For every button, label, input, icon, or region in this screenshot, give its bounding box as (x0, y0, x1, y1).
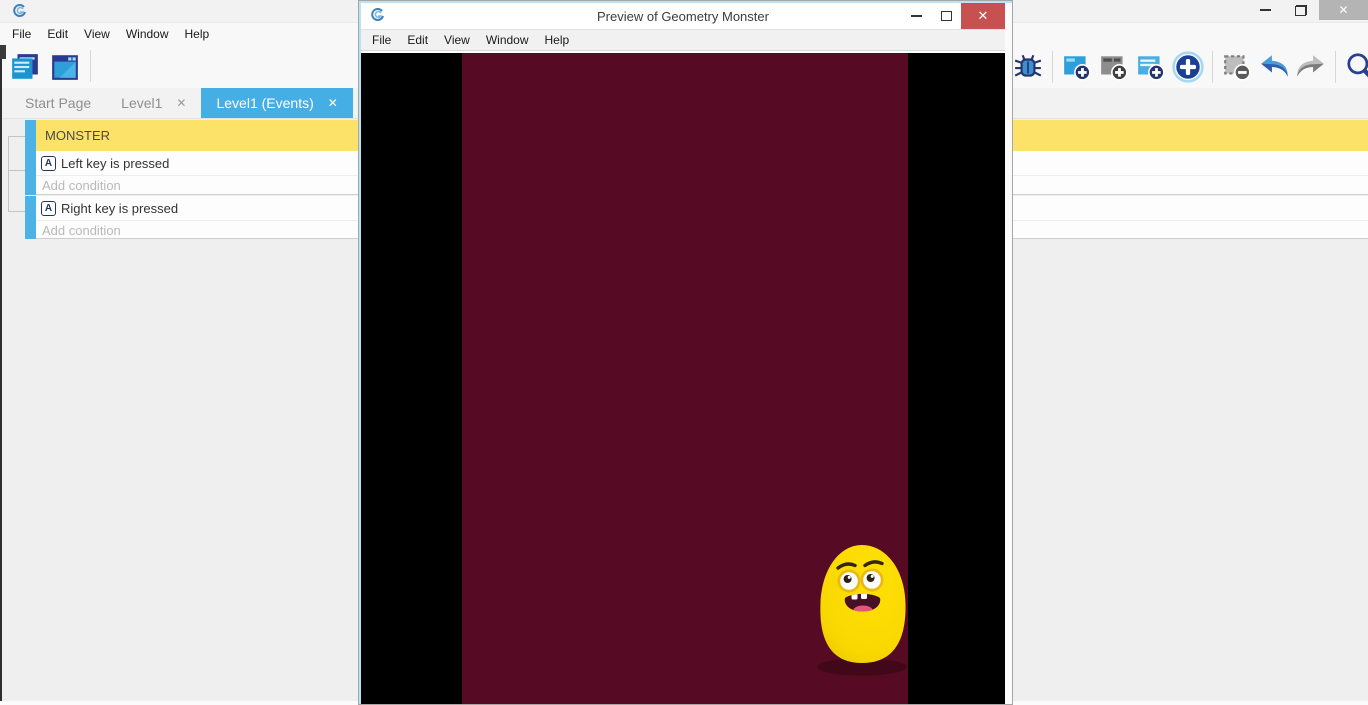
close-icon: ✕ (978, 8, 989, 24)
event-group-drag-bar[interactable] (25, 120, 36, 151)
preview-window: Preview of Geometry Monster ✕ File Edit … (358, 0, 1013, 705)
delete-selection-icon[interactable] (1221, 51, 1253, 83)
preview-titlebar: Preview of Geometry Monster ✕ (361, 3, 1005, 29)
main-minimize-button[interactable] (1247, 0, 1283, 20)
menu-window[interactable]: Window (118, 24, 177, 44)
event-tree-line (8, 211, 25, 212)
toolbar-separator (1052, 51, 1053, 83)
panel-left-edge-notch (0, 45, 6, 59)
tab-level1[interactable]: Level1 ✕ (106, 88, 201, 118)
preview-menubar: File Edit View Window Help (361, 29, 1005, 51)
redo-icon[interactable] (1295, 51, 1327, 83)
debugger-icon[interactable] (1012, 51, 1044, 83)
add-other-event-icon[interactable] (1172, 51, 1204, 83)
add-event-icon[interactable] (1061, 51, 1093, 83)
menu-edit[interactable]: Edit (39, 24, 76, 44)
toolbar-separator (1212, 51, 1213, 83)
tab-start-page[interactable]: Start Page (10, 88, 106, 118)
undo-icon[interactable] (1258, 51, 1290, 83)
keyboard-key-icon: A (41, 156, 56, 171)
search-icon[interactable] (1344, 51, 1368, 83)
menu-help[interactable]: Help (537, 30, 578, 50)
events-sheet-icon[interactable] (10, 52, 40, 82)
toolbar-separator (1335, 51, 1336, 83)
event-tree-line (8, 136, 9, 211)
menu-help[interactable]: Help (177, 24, 218, 44)
panel-left-edge (0, 45, 2, 705)
monster-sprite (815, 541, 911, 676)
gdevelop-logo-icon (12, 3, 27, 23)
menu-view[interactable]: View (436, 30, 478, 50)
restore-icon (1295, 5, 1307, 16)
event-group-label: MONSTER (45, 128, 110, 143)
close-icon: ✕ (1338, 3, 1348, 17)
event-drag-bar[interactable] (25, 196, 36, 239)
add-condition-label: Add condition (42, 223, 121, 238)
event-tree-line (8, 136, 25, 137)
tab-level1-events[interactable]: Level1 (Events) ✕ (201, 88, 352, 118)
tab-close-icon[interactable]: ✕ (328, 96, 338, 110)
menu-window[interactable]: Window (478, 30, 537, 50)
event-tree-line (8, 170, 25, 171)
condition-text: Right key is pressed (61, 201, 178, 216)
add-subevent-icon[interactable] (1098, 51, 1130, 83)
event-drag-bar[interactable] (25, 151, 36, 195)
add-condition-label: Add condition (42, 178, 121, 193)
keyboard-key-icon: A (41, 201, 56, 216)
main-close-button[interactable]: ✕ (1319, 0, 1368, 20)
tab-label: Start Page (25, 95, 91, 111)
tab-label: Level1 (121, 95, 162, 111)
menu-file[interactable]: File (4, 24, 39, 44)
preview-minimize-button[interactable] (901, 3, 931, 29)
menu-view[interactable]: View (76, 24, 118, 44)
preview-close-button[interactable]: ✕ (961, 3, 1005, 29)
preview-maximize-button[interactable] (931, 3, 961, 29)
game-canvas[interactable] (361, 53, 1005, 704)
tab-label: Level1 (Events) (216, 95, 313, 111)
scene-editor-icon[interactable] (50, 52, 80, 82)
maximize-icon (941, 11, 952, 21)
main-restore-button[interactable] (1283, 0, 1319, 20)
menu-edit[interactable]: Edit (399, 30, 436, 50)
minimize-icon (911, 15, 922, 17)
condition-text: Left key is pressed (61, 156, 169, 171)
tab-close-icon[interactable]: ✕ (176, 96, 186, 110)
minimize-icon (1260, 9, 1271, 11)
add-comment-icon[interactable] (1135, 51, 1167, 83)
toolbar-separator (90, 50, 91, 82)
menu-file[interactable]: File (364, 30, 399, 50)
